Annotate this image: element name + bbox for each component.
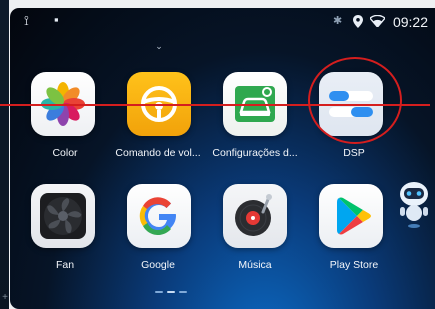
app-label: Google xyxy=(141,259,175,271)
app-label: Comando de vol... xyxy=(115,147,201,159)
assistant-robot-icon[interactable] xyxy=(396,180,432,232)
status-bar: ⟟ ▪ ✱ 09:22 xyxy=(10,8,435,36)
google-icon xyxy=(127,184,191,248)
page-dot xyxy=(179,291,187,293)
music-disc-icon xyxy=(223,184,287,248)
notification-icon: ▪ xyxy=(54,12,59,27)
app-label: Play Store xyxy=(329,259,379,271)
android-home-screen: ⟟ ▪ ✱ 09:22 ⌄ Color Comando de vol... Co… xyxy=(10,8,435,309)
app-label: Configurações d... xyxy=(212,147,298,159)
usb-icon: ⟟ xyxy=(24,13,29,28)
plus-icon: + xyxy=(2,292,8,303)
chevron-down-icon[interactable]: ⌄ xyxy=(153,41,165,51)
app-label: Música xyxy=(238,259,272,271)
left-edge: + xyxy=(0,0,10,309)
annotation-circle xyxy=(308,57,402,144)
clock: 09:22 xyxy=(392,14,428,30)
app-label: DSP xyxy=(343,147,365,159)
adjacent-window-edge xyxy=(0,0,9,309)
page-indicator xyxy=(155,291,195,295)
fan-icon xyxy=(31,184,95,248)
page-dot-active xyxy=(167,291,175,293)
page-dot xyxy=(155,291,163,293)
play-store-icon xyxy=(319,184,383,248)
bluetooth-icon: ✱ xyxy=(333,15,343,27)
location-icon xyxy=(353,15,363,28)
wifi-icon xyxy=(370,15,385,27)
